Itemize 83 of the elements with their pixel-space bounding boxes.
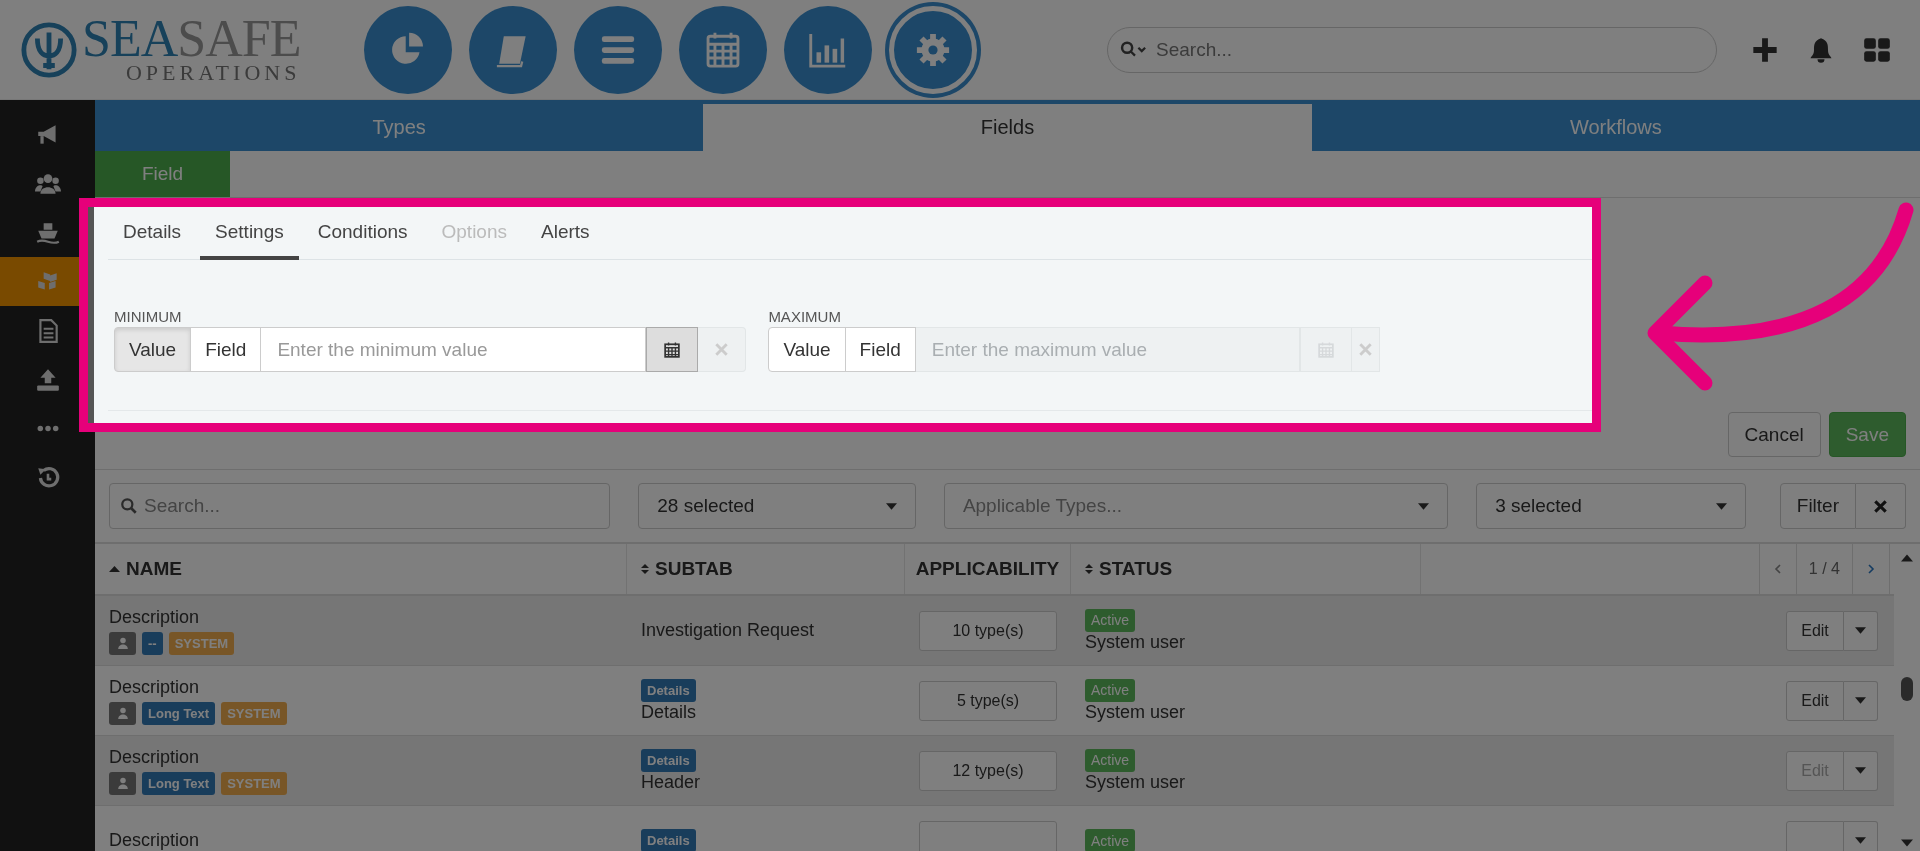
system-badge: SYSTEM xyxy=(221,701,287,725)
search-field[interactable]: Search... xyxy=(109,483,611,529)
plus-icon[interactable] xyxy=(1751,35,1779,64)
dropdown[interactable]: 3 selected xyxy=(1476,483,1746,529)
scroll-up-icon xyxy=(1901,554,1913,562)
dropdown-button[interactable] xyxy=(1844,680,1878,721)
caret-icon xyxy=(885,502,897,510)
edit-button[interactable]: Edit xyxy=(1786,680,1844,721)
system-badge: SYSTEM xyxy=(168,631,235,655)
status-badge: Active xyxy=(1085,748,1136,772)
chevron-left-icon xyxy=(1773,563,1782,575)
status-user: System user xyxy=(1085,771,1187,793)
subtab-name: Details xyxy=(641,701,698,723)
grid-icon[interactable] xyxy=(1863,35,1891,64)
type-badge: Long Text xyxy=(142,771,216,795)
column-header[interactable]: APPLICABILITY xyxy=(905,544,1071,594)
caret-icon xyxy=(1855,697,1866,704)
user-icon xyxy=(116,637,129,649)
close-icon xyxy=(715,343,729,356)
mode-button[interactable]: Value xyxy=(114,327,192,372)
range-label: MINIMUM xyxy=(114,308,183,325)
tab[interactable]: Alerts xyxy=(526,207,605,260)
cancel-button[interactable]: Cancel xyxy=(1727,412,1821,457)
type-badge: Long Text xyxy=(142,701,216,725)
status-user: System user xyxy=(1085,701,1187,723)
applicability-button[interactable]: 5 type(s) xyxy=(919,680,1057,721)
tab[interactable]: Types xyxy=(95,104,704,151)
chevron-right-icon xyxy=(1867,563,1875,575)
calendar-button[interactable] xyxy=(646,327,699,372)
subtab-badge: Details xyxy=(641,678,696,702)
dropdown-button[interactable] xyxy=(1844,820,1878,851)
status-badge: Active xyxy=(1085,608,1136,632)
close-icon xyxy=(1358,343,1372,356)
field-name: Description xyxy=(109,676,201,698)
field-name: Description xyxy=(109,606,201,628)
system-badge: SYSTEM xyxy=(221,771,287,795)
caret-icon xyxy=(1855,627,1866,634)
column-header[interactable]: NAME xyxy=(95,544,627,594)
dropdown-button[interactable] xyxy=(1844,750,1878,791)
caret-icon xyxy=(1855,767,1866,774)
dropdown[interactable]: 28 selected xyxy=(638,483,916,529)
scroll-down-icon xyxy=(1901,839,1913,847)
field-name: Description xyxy=(109,830,201,851)
caret-icon xyxy=(1418,502,1430,510)
search-icon xyxy=(120,497,138,515)
status-user: System user xyxy=(1085,631,1187,653)
user-icon xyxy=(116,777,129,789)
field-name: Description xyxy=(109,746,201,768)
applicability-button[interactable]: 10 type(s) xyxy=(919,610,1057,651)
tab[interactable]: Settings xyxy=(200,207,299,260)
caret-icon xyxy=(1715,502,1727,510)
column-header[interactable]: STATUS xyxy=(1071,544,1421,594)
status-badge: Active xyxy=(1085,678,1136,702)
trident-logo-icon xyxy=(20,20,78,79)
tab[interactable]: Conditions xyxy=(302,207,423,260)
page-indicator: 1 / 4 xyxy=(1807,560,1841,578)
dropdown-button[interactable] xyxy=(1844,610,1878,651)
caret-icon xyxy=(1855,837,1866,844)
status-badge: Active xyxy=(1085,829,1136,851)
range-label: MAXIMUM xyxy=(768,308,842,325)
subtab-name: Header xyxy=(641,771,702,793)
applicability-button[interactable]: 12 type(s) xyxy=(919,750,1057,791)
calendar-icon xyxy=(664,341,681,358)
calendar-icon xyxy=(1317,341,1334,358)
tab[interactable]: Details xyxy=(108,207,197,260)
tab[interactable]: Workflows xyxy=(1311,104,1920,151)
subtab-name: Investigation Request xyxy=(641,620,816,641)
scrollbar-thumb[interactable] xyxy=(1901,677,1913,701)
user-icon xyxy=(116,707,129,719)
clear-button[interactable] xyxy=(1856,483,1906,529)
column-header[interactable]: SUBTAB xyxy=(627,544,905,594)
type-badge: -- xyxy=(142,631,163,655)
filter-button[interactable]: Filter xyxy=(1779,483,1856,529)
subtab-badge: Details xyxy=(641,829,696,851)
mode-button[interactable]: Field xyxy=(190,327,262,372)
subtab-badge: Details xyxy=(641,748,696,772)
close-icon xyxy=(1874,499,1887,513)
value-input-field[interactable]: Enter the minimum value xyxy=(261,327,647,372)
ellipsis-icon xyxy=(36,425,59,432)
dropdown[interactable]: Applicable Types... xyxy=(943,483,1449,529)
search-input[interactable]: Search... xyxy=(1154,37,1704,62)
edit-button[interactable]: Edit xyxy=(1786,610,1844,651)
logo-subtitle: OPERATIONS xyxy=(125,61,301,84)
